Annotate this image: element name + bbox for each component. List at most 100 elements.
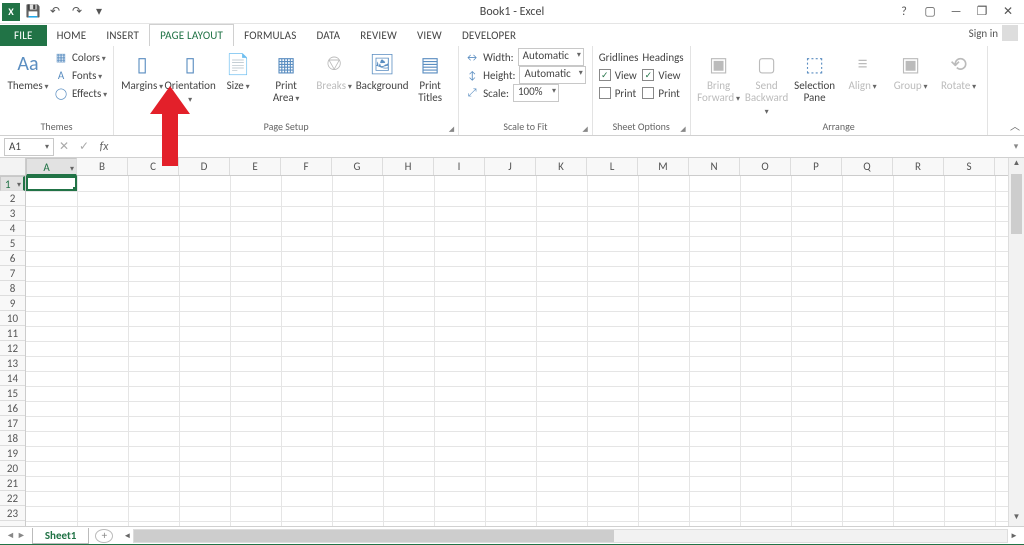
minimize-icon[interactable]: — [946, 2, 966, 22]
orientation-button[interactable]: ▯Orientation [168, 48, 212, 106]
column-header[interactable]: A [26, 158, 77, 176]
name-box[interactable]: A1 [4, 138, 54, 156]
horizontal-scrollbar[interactable]: ◄ ► [133, 529, 1008, 543]
column-header[interactable]: B [77, 158, 128, 175]
column-header[interactable]: M [638, 158, 689, 175]
row-header[interactable]: 12 [0, 341, 25, 356]
sign-in[interactable]: Sign in [969, 24, 1018, 42]
column-header[interactable]: R [893, 158, 944, 175]
save-icon[interactable]: 💾 [24, 3, 42, 21]
row-header[interactable]: 19 [0, 446, 25, 461]
row-header[interactable]: 9 [0, 296, 25, 311]
vertical-scrollbar[interactable]: ▲ ▼ [1008, 158, 1024, 526]
scroll-left-icon[interactable]: ◄ [120, 530, 134, 542]
column-header[interactable]: C [128, 158, 179, 175]
row-header[interactable]: 17 [0, 416, 25, 431]
headings-print-check[interactable]: Print [642, 84, 679, 102]
sheet-tab-sheet1[interactable]: Sheet1 [32, 528, 90, 544]
row-header[interactable]: 23 [0, 506, 25, 521]
print-area-button[interactable]: ▦Print Area [264, 48, 308, 105]
sheet-next-icon[interactable]: ► [17, 530, 26, 541]
row-header[interactable]: 5 [0, 236, 25, 251]
tab-formulas[interactable]: FORMULAS [234, 25, 306, 46]
column-header[interactable]: O [740, 158, 791, 175]
close-icon[interactable]: ✕ [998, 2, 1018, 22]
select-all-corner[interactable] [0, 158, 26, 176]
row-header[interactable]: 21 [0, 476, 25, 491]
themes-button[interactable]: Aa Themes [6, 48, 50, 93]
row-header[interactable]: 1 [0, 176, 25, 191]
column-header[interactable]: D [179, 158, 230, 175]
tab-review[interactable]: REVIEW [350, 25, 407, 46]
gridlines-print-check[interactable]: Print [599, 84, 636, 102]
tab-developer[interactable]: DEVELOPER [452, 25, 526, 46]
width-select[interactable]: Automatic [518, 48, 584, 66]
new-sheet-button[interactable]: + [95, 529, 113, 543]
print-titles-button[interactable]: ▤Print Titles [408, 48, 452, 104]
margins-button[interactable]: ▯Margins [120, 48, 164, 93]
ribbon-display-icon[interactable]: ▢ [920, 2, 940, 22]
breaks-button[interactable]: ⎊Breaks [312, 48, 356, 93]
gridlines-view-check[interactable]: ✓View [599, 66, 637, 84]
rotate-button[interactable]: ⟲Rotate [937, 48, 981, 93]
formula-input[interactable] [114, 138, 1008, 156]
row-header[interactable]: 10 [0, 311, 25, 326]
column-header[interactable]: N [689, 158, 740, 175]
colors-button[interactable]: ▦Colors [54, 48, 107, 66]
collapse-ribbon-icon[interactable]: ︿ [1010, 118, 1020, 133]
tab-home[interactable]: HOME [47, 25, 97, 46]
effects-button[interactable]: ◯Effects [54, 84, 107, 102]
row-header[interactable]: 6 [0, 251, 25, 266]
qat-customize-icon[interactable]: ▾ [90, 3, 108, 21]
sheet-prev-icon[interactable]: ◄ [6, 530, 15, 541]
row-header[interactable]: 16 [0, 401, 25, 416]
column-header[interactable]: J [485, 158, 536, 175]
scale-spinner[interactable]: 100% [513, 84, 559, 102]
group-button[interactable]: ▣Group [889, 48, 933, 93]
expand-formula-bar-icon[interactable]: ▾ [1008, 141, 1024, 152]
row-header[interactable]: 13 [0, 356, 25, 371]
row-header[interactable]: 4 [0, 221, 25, 236]
column-header[interactable]: H [383, 158, 434, 175]
column-header[interactable]: E [230, 158, 281, 175]
row-header[interactable]: 7 [0, 266, 25, 281]
row-header[interactable]: 18 [0, 431, 25, 446]
active-cell[interactable] [26, 176, 77, 191]
insert-function-icon[interactable]: fx [94, 140, 114, 154]
scroll-right-icon[interactable]: ► [1007, 530, 1021, 542]
row-header[interactable]: 22 [0, 491, 25, 506]
help-icon[interactable]: ? [894, 2, 914, 22]
tab-file[interactable]: FILE [0, 25, 47, 46]
tab-view[interactable]: VIEW [407, 25, 452, 46]
row-header[interactable]: 14 [0, 371, 25, 386]
column-header[interactable]: P [791, 158, 842, 175]
column-header[interactable]: F [281, 158, 332, 175]
column-header[interactable]: K [536, 158, 587, 175]
size-button[interactable]: 📄Size [216, 48, 260, 93]
redo-icon[interactable]: ↷ [68, 3, 86, 21]
scroll-thumb[interactable] [1011, 174, 1022, 234]
row-header[interactable]: 3 [0, 206, 25, 221]
bring-forward-button[interactable]: ▣Bring Forward [697, 48, 741, 105]
tab-insert[interactable]: INSERT [96, 25, 149, 46]
row-header[interactable]: 11 [0, 326, 25, 341]
scroll-up-icon[interactable]: ▲ [1009, 158, 1024, 172]
scroll-thumb[interactable] [134, 530, 614, 542]
row-header[interactable]: 20 [0, 461, 25, 476]
scroll-down-icon[interactable]: ▼ [1009, 512, 1024, 526]
column-header[interactable]: I [434, 158, 485, 175]
row-header[interactable]: 8 [0, 281, 25, 296]
tab-page-layout[interactable]: PAGE LAYOUT [149, 24, 234, 47]
cells-area[interactable] [26, 176, 1008, 526]
column-header[interactable]: S [944, 158, 995, 175]
selection-pane-button[interactable]: ⬚Selection Pane [793, 48, 837, 104]
column-header[interactable]: G [332, 158, 383, 175]
send-backward-button[interactable]: ▢Send Backward [745, 48, 789, 118]
fonts-button[interactable]: AFonts [54, 66, 107, 84]
row-header[interactable]: 15 [0, 386, 25, 401]
align-button[interactable]: ≡Align [841, 48, 885, 93]
sheet-nav[interactable]: ◄► [0, 530, 32, 541]
restore-icon[interactable]: ❐ [972, 2, 992, 22]
column-header[interactable]: L [587, 158, 638, 175]
tab-data[interactable]: DATA [306, 25, 350, 46]
